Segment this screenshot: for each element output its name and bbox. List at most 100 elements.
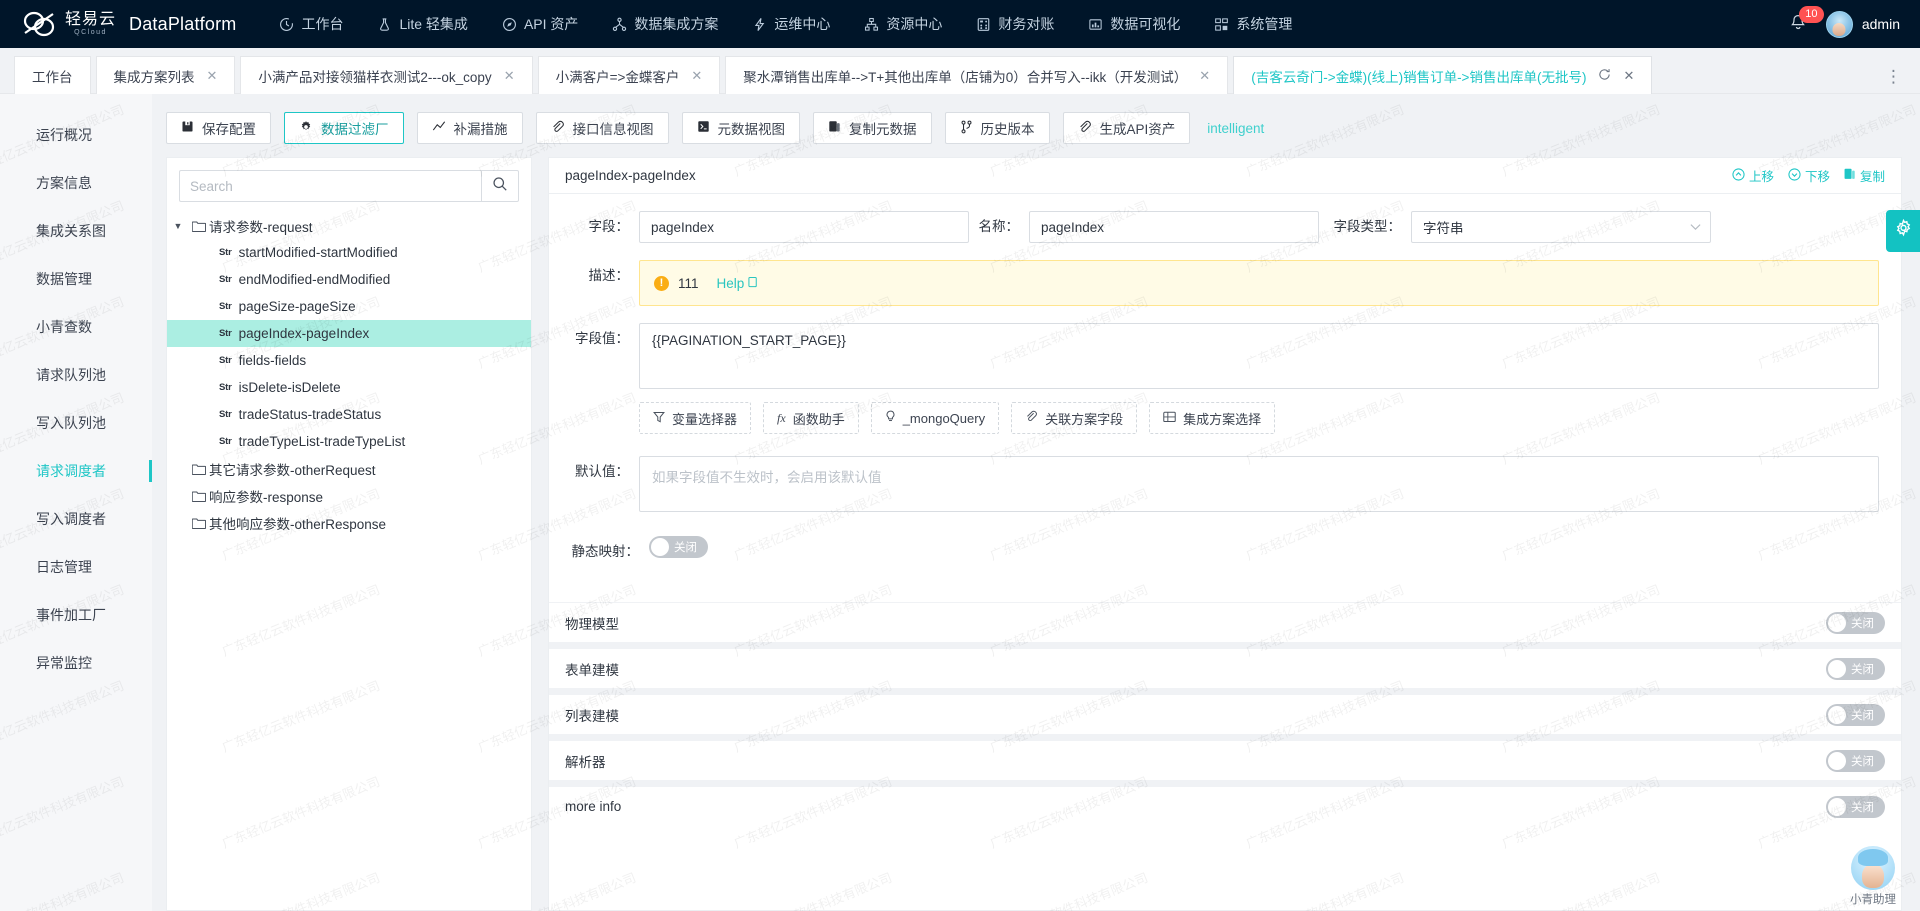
sidebar-item-scheme-info[interactable]: 方案信息 bbox=[0, 159, 152, 207]
sidebar-item-write-scheduler[interactable]: 写入调度者 bbox=[0, 495, 152, 543]
sidebar-item-integration-graph[interactable]: 集成关系图 bbox=[0, 207, 152, 255]
close-icon[interactable]: ✕ bbox=[207, 69, 218, 82]
brand-logo[interactable]: 轻易云 QCloud DataPlatform bbox=[22, 9, 236, 39]
tree-node-fields[interactable]: Str fields-fields bbox=[167, 347, 531, 374]
tree-node-otherrequest[interactable]: 其它请求参数-otherRequest bbox=[167, 455, 531, 482]
nav-item-ops-center[interactable]: 运维中心 bbox=[735, 0, 847, 48]
data-filter-factory-button[interactable]: 数据过滤厂 bbox=[284, 112, 404, 144]
close-icon[interactable]: ✕ bbox=[1199, 69, 1210, 82]
settings-float-button[interactable] bbox=[1886, 210, 1920, 252]
tree-node-response[interactable]: 响应参数-response bbox=[167, 482, 531, 509]
static-mapping-toggle[interactable]: 关闭 bbox=[649, 536, 708, 558]
tree-node-pageindex[interactable]: Str pageIndex-pageIndex bbox=[167, 320, 531, 347]
default-value-editor[interactable]: 如果字段值不生效时，会启用该默认值 bbox=[639, 456, 1879, 512]
section-toggle[interactable]: 关闭 bbox=[1826, 658, 1885, 680]
assistant-widget[interactable]: 小青助理 bbox=[1836, 846, 1910, 907]
search-button[interactable] bbox=[481, 170, 519, 202]
field-value-editor[interactable]: {{PAGINATION_START_PAGE}} bbox=[639, 323, 1879, 389]
sitemap-icon bbox=[612, 17, 627, 32]
patch-measures-button[interactable]: 补漏措施 bbox=[417, 112, 523, 144]
save-config-button[interactable]: 保存配置 bbox=[166, 112, 271, 144]
nav-right-area: 10 admin bbox=[1788, 0, 1900, 48]
history-version-button[interactable]: 历史版本 bbox=[945, 112, 1050, 144]
tab-jikeyun-sales-order[interactable]: (吉客云奇门->金蝶)(线上)销售订单->销售出库单(无批号) ✕ bbox=[1233, 56, 1652, 94]
appstore-icon bbox=[1214, 17, 1229, 32]
brand-subtitle: QCloud bbox=[65, 29, 116, 36]
section-form-modeling[interactable]: 表单建模 关闭 bbox=[549, 648, 1901, 688]
tree-node-otherresponse[interactable]: 其他响应参数-otherResponse bbox=[167, 509, 531, 536]
tab-workbench[interactable]: 工作台 bbox=[14, 56, 91, 94]
tree-node-isdelete[interactable]: Str isDelete-isDelete bbox=[167, 374, 531, 401]
section-toggle[interactable]: 关闭 bbox=[1826, 796, 1885, 818]
branch-icon bbox=[960, 120, 973, 137]
tab-integration-list[interactable]: 集成方案列表 ✕ bbox=[96, 56, 236, 94]
sidebar-item-data-management[interactable]: 数据管理 bbox=[0, 255, 152, 303]
tab-xiaoman-customer[interactable]: 小满客户=>金蝶客户 ✕ bbox=[538, 56, 721, 94]
sidebar-item-log-management[interactable]: 日志管理 bbox=[0, 543, 152, 591]
section-physical-model[interactable]: 物理模型 关闭 bbox=[549, 602, 1901, 642]
tab-jushuitan-outbound[interactable]: 聚水潭销售出库单-->T+其他出库单（店铺为0）合并写入--ikk（开发测试） … bbox=[725, 56, 1228, 94]
notifications-button[interactable]: 10 bbox=[1788, 13, 1810, 35]
close-icon[interactable]: ✕ bbox=[1623, 69, 1634, 82]
tab-xiaoman-product[interactable]: 小满产品对接领猫样衣测试2---ok_copy ✕ bbox=[240, 56, 532, 94]
move-down-button[interactable]: 下移 bbox=[1788, 166, 1830, 185]
nav-item-workbench[interactable]: 工作台 bbox=[262, 0, 360, 48]
interface-info-view-button[interactable]: 接口信息视图 bbox=[536, 112, 669, 144]
sidebar-item-xiaoqing-query[interactable]: 小青查数 bbox=[0, 303, 152, 351]
user-menu[interactable]: admin bbox=[1826, 11, 1900, 38]
nav-item-finance[interactable]: 财务对账 bbox=[959, 0, 1071, 48]
chevron-down-icon[interactable]: ▼ bbox=[167, 221, 189, 231]
tree-node-tradetypelist[interactable]: Str tradeTypeList-tradeTypeList bbox=[167, 428, 531, 455]
section-toggle[interactable]: 关闭 bbox=[1826, 612, 1885, 634]
copy-field-button[interactable]: 复制 bbox=[1844, 166, 1885, 185]
section-parser[interactable]: 解析器 关闭 bbox=[549, 740, 1901, 780]
nav-item-system-management[interactable]: 系统管理 bbox=[1197, 0, 1309, 48]
nav-label: 系统管理 bbox=[1236, 14, 1292, 34]
section-toggle[interactable]: 关闭 bbox=[1826, 704, 1885, 726]
sidebar-item-event-factory[interactable]: 事件加工厂 bbox=[0, 591, 152, 639]
integration-scheme-select-button[interactable]: 集成方案选择 bbox=[1149, 402, 1275, 434]
tree-node-endmodified[interactable]: Str endModified-endModified bbox=[167, 266, 531, 293]
copy-metadata-button[interactable]: 复制元数据 bbox=[813, 112, 932, 144]
function-assistant-button[interactable]: fx 函数助手 bbox=[763, 402, 859, 434]
field-input[interactable] bbox=[639, 211, 969, 243]
section-more-info[interactable]: more info 关闭 bbox=[549, 786, 1901, 826]
sidebar-item-write-queue-pool[interactable]: 写入队列池 bbox=[0, 399, 152, 447]
close-icon[interactable]: ✕ bbox=[691, 69, 702, 82]
tree-node-request[interactable]: ▼ 请求参数-request bbox=[167, 212, 531, 239]
assistant-label: 小青助理 bbox=[1836, 891, 1910, 907]
main-content: 保存配置 数据过滤厂 补漏措施 接口信息视图 元数据视图 复制元数据 bbox=[152, 94, 1920, 911]
tree-node-label: startModified-startModified bbox=[239, 245, 398, 260]
sidebar-item-request-scheduler[interactable]: 请求调度者 bbox=[0, 447, 152, 495]
generate-api-asset-button[interactable]: 生成API资产 bbox=[1063, 112, 1191, 144]
sidebar-item-exception-monitor[interactable]: 异常监控 bbox=[0, 639, 152, 687]
tree-node-label: endModified-endModified bbox=[239, 272, 391, 287]
sidebar-item-label: 小青查数 bbox=[36, 317, 92, 337]
section-toggle[interactable]: 关闭 bbox=[1826, 750, 1885, 772]
nav-item-lite[interactable]: Lite 轻集成 bbox=[360, 0, 484, 48]
related-scheme-field-button[interactable]: 关联方案字段 bbox=[1011, 402, 1137, 434]
section-list-modeling[interactable]: 列表建模 关闭 bbox=[549, 694, 1901, 734]
field-type-select[interactable] bbox=[1411, 211, 1711, 243]
variable-selector-button[interactable]: 变量选择器 bbox=[639, 402, 751, 434]
intelligent-link[interactable]: intelligent bbox=[1207, 121, 1264, 136]
name-input[interactable] bbox=[1029, 211, 1319, 243]
close-icon[interactable]: ✕ bbox=[504, 69, 515, 82]
move-up-button[interactable]: 上移 bbox=[1732, 166, 1774, 185]
tree-node-pagesize[interactable]: Str pageSize-pageSize bbox=[167, 293, 531, 320]
tree-node-startmodified[interactable]: Str startModified-startModified bbox=[167, 239, 531, 266]
metadata-view-button[interactable]: 元数据视图 bbox=[682, 112, 801, 144]
sidebar-item-request-queue-pool[interactable]: 请求队列池 bbox=[0, 351, 152, 399]
mongo-query-button[interactable]: _mongoQuery bbox=[871, 402, 999, 434]
search-input[interactable] bbox=[179, 170, 481, 202]
nav-item-api-assets[interactable]: API 资产 bbox=[485, 0, 595, 48]
refresh-icon[interactable] bbox=[1598, 68, 1611, 84]
sidebar-item-run-overview[interactable]: 运行概况 bbox=[0, 111, 152, 159]
tree-node-tradestatus[interactable]: Str tradeStatus-tradeStatus bbox=[167, 401, 531, 428]
toggle-state-label: 关闭 bbox=[1846, 615, 1883, 631]
help-link[interactable]: Help bbox=[717, 276, 760, 291]
nav-item-resource-center[interactable]: 资源中心 bbox=[847, 0, 959, 48]
nav-item-visualization[interactable]: 数据可视化 bbox=[1071, 0, 1197, 48]
nav-item-data-integration[interactable]: 数据集成方案 bbox=[595, 0, 735, 48]
ellipsis-vertical-icon[interactable]: ⋮ bbox=[1885, 68, 1904, 85]
